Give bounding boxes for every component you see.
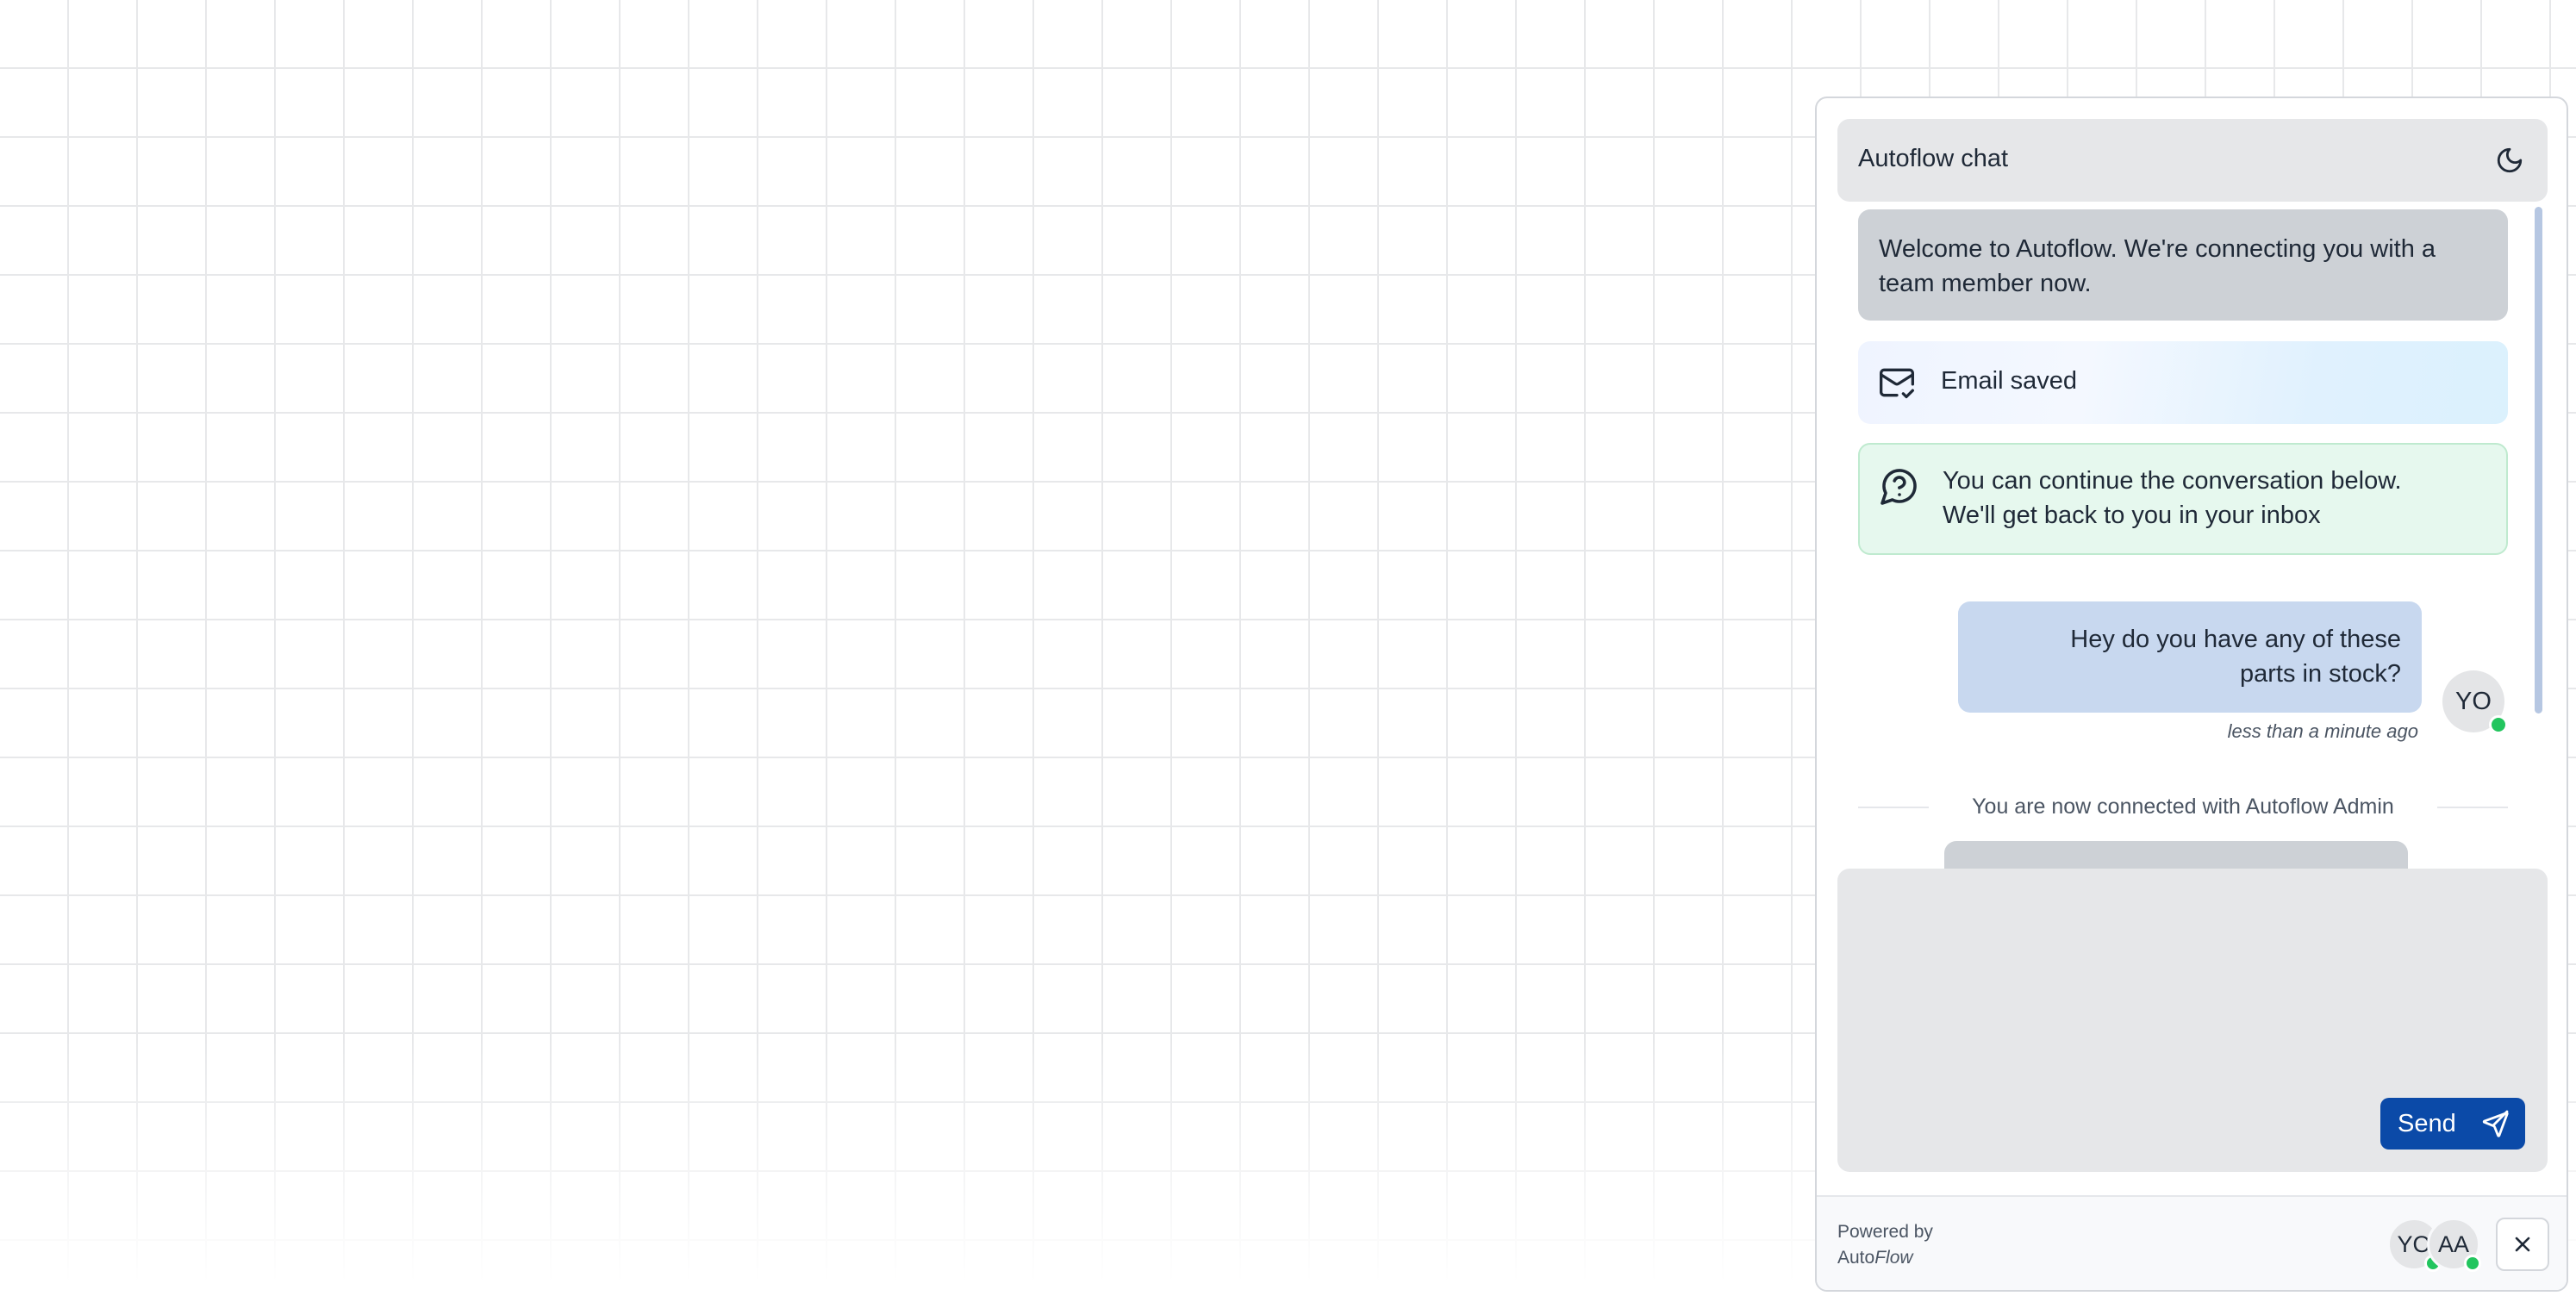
send-icon: [2482, 1110, 2509, 1137]
continue-note-line-1: You can continue the conversation below.: [1943, 467, 2402, 495]
powered-by: Powered by AutoFlow: [1837, 1219, 1933, 1271]
chat-widget: Autoflow chat Welcome to Autoflow. We're…: [1815, 97, 2568, 1292]
chat-title: Autoflow chat: [1858, 145, 2009, 172]
connected-divider: You are now connected with Autoflow Admi…: [1858, 794, 2508, 820]
user-message-bubble: Hey do you have any of these parts in st…: [1958, 601, 2422, 713]
chat-footer: Powered by AutoFlow YO AA: [1817, 1195, 2567, 1290]
participant-initials: AA: [2437, 1231, 2470, 1257]
user-message-line-1: Hey do you have any of these: [2070, 626, 2401, 653]
brand-auto: Auto: [1837, 1248, 1875, 1268]
send-button[interactable]: Send: [2380, 1098, 2525, 1150]
moon-icon: [2497, 147, 2523, 173]
theme-toggle-button[interactable]: [2489, 140, 2530, 181]
connected-divider-label: You are now connected with Autoflow Admi…: [1972, 794, 2394, 819]
user-avatar: YO: [2442, 670, 2508, 734]
close-chat-button[interactable]: [2496, 1218, 2549, 1271]
continue-note-line-2: We'll get back to you in your inbox: [1943, 502, 2321, 529]
participant-initials: YO: [2397, 1231, 2431, 1257]
online-status-dot: [2464, 1255, 2481, 1272]
participant-avatar-aa: AA: [2427, 1218, 2481, 1272]
brand-flow: Flow: [1874, 1248, 1913, 1268]
continue-conversation-notice: You can continue the conversation below.…: [1858, 443, 2508, 555]
online-status-dot: [2489, 715, 2508, 734]
user-avatar-initials: YO: [2455, 687, 2492, 715]
powered-by-label: Powered by: [1837, 1222, 1933, 1242]
email-saved-notice: Email saved: [1858, 341, 2508, 424]
send-button-label: Send: [2398, 1109, 2456, 1137]
chat-header: Autoflow chat: [1837, 119, 2548, 202]
continue-note-text: You can continue the conversation below.…: [1943, 464, 2402, 533]
message-timestamp: less than a minute ago: [2227, 720, 2418, 742]
email-saved-label: Email saved: [1941, 367, 2077, 395]
divider-line-right: [2437, 807, 2508, 808]
brand-link[interactable]: AutoFlow: [1837, 1245, 1933, 1271]
message-composer: Send: [1837, 869, 2548, 1172]
message-scrollbar[interactable]: [2535, 207, 2542, 713]
user-message-line-2: parts in stock?: [2240, 660, 2401, 688]
mail-check-icon: [1880, 368, 1914, 399]
close-icon: [2515, 1237, 2530, 1252]
system-welcome-message: Welcome to Autoflow. We're connecting yo…: [1858, 209, 2508, 321]
message-input[interactable]: [1837, 869, 2548, 1075]
help-circle-icon: [1881, 469, 1917, 505]
